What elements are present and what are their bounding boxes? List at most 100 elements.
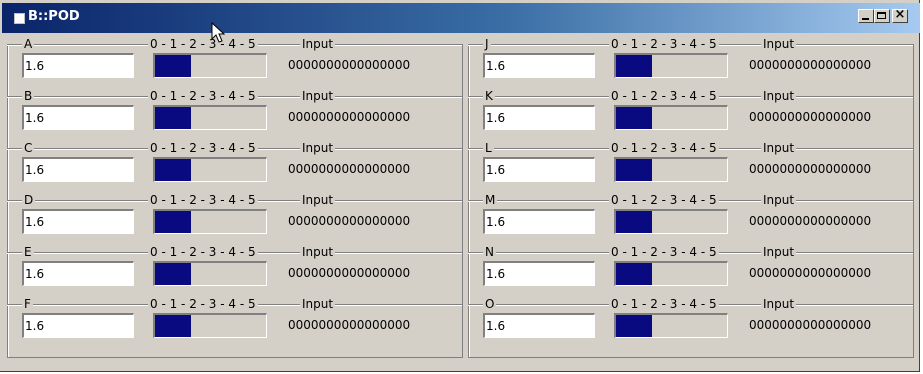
channel-value-field[interactable]	[483, 313, 595, 338]
close-button[interactable]: ×	[892, 7, 908, 23]
scale-label: 0 - 1 - 2 - 3 - 4 - 5	[148, 141, 258, 155]
channel-label: O	[483, 297, 497, 311]
channel-label: N	[483, 245, 496, 259]
level-bar	[614, 53, 728, 78]
maximize-icon	[877, 12, 886, 19]
level-bar	[614, 209, 728, 234]
channel-value-field[interactable]	[483, 53, 595, 78]
window-title: B::POD	[28, 9, 80, 24]
channel-label: L	[483, 141, 494, 155]
channel-value-field[interactable]	[22, 105, 134, 130]
channel-label: M	[483, 193, 498, 207]
channel-label: C	[22, 141, 35, 155]
channel-group-k: K 0 - 1 - 2 - 3 - 4 - 5 Input 0000000000000…	[468, 89, 914, 141]
level-bar	[153, 157, 267, 182]
input-label: Input	[761, 193, 797, 207]
level-bar	[614, 313, 728, 338]
scale-label: 0 - 1 - 2 - 3 - 4 - 5	[609, 141, 719, 155]
level-bar-fill	[616, 159, 652, 181]
level-bar	[153, 53, 267, 78]
channel-label: D	[22, 193, 36, 207]
channel-panel-right: J 0 - 1 - 2 - 3 - 4 - 5 Input 0000000000000…	[468, 37, 914, 358]
channel-value-field[interactable]	[483, 157, 595, 182]
channel-value-field[interactable]	[22, 53, 134, 78]
channel-group-d: D 0 - 1 - 2 - 3 - 4 - 5 Input 0000000000000…	[7, 193, 463, 245]
minimize-button[interactable]	[858, 9, 874, 23]
level-bar-fill	[616, 315, 652, 337]
channel-value-field[interactable]	[483, 209, 595, 234]
channel-value-field[interactable]	[22, 157, 134, 182]
level-bar	[153, 105, 267, 130]
level-bar-fill	[155, 55, 191, 77]
channel-group-m: M 0 - 1 - 2 - 3 - 4 - 5 Input 0000000000000…	[468, 193, 914, 245]
channel-label: K	[483, 89, 495, 103]
channel-group-j: J 0 - 1 - 2 - 3 - 4 - 5 Input 0000000000000…	[468, 37, 914, 89]
input-bits: 0000000000000000	[749, 214, 872, 228]
input-label: Input	[761, 245, 797, 259]
window-icon[interactable]	[14, 13, 25, 24]
scale-label: 0 - 1 - 2 - 3 - 4 - 5	[609, 297, 719, 311]
channel-value-field[interactable]	[22, 209, 134, 234]
close-icon: ×	[894, 7, 906, 22]
scale-label: 0 - 1 - 2 - 3 - 4 - 5	[609, 37, 719, 51]
channel-label: F	[22, 297, 33, 311]
channel-group-l: L 0 - 1 - 2 - 3 - 4 - 5 Input 0000000000000…	[468, 141, 914, 193]
channel-group-f: F 0 - 1 - 2 - 3 - 4 - 5 Input 0000000000000…	[7, 297, 463, 349]
maximize-button[interactable]	[874, 9, 890, 23]
scale-label: 0 - 1 - 2 - 3 - 4 - 5	[148, 297, 258, 311]
channel-group-o: O 0 - 1 - 2 - 3 - 4 - 5 Input 0000000000000…	[468, 297, 914, 349]
channel-panel-left: A 0 - 1 - 2 - 3 - 4 - 5 Input 0000000000000…	[7, 37, 463, 358]
scale-label: 0 - 1 - 2 - 3 - 4 - 5	[609, 193, 719, 207]
scale-label: 0 - 1 - 2 - 3 - 4 - 5	[148, 89, 258, 103]
channel-value-field[interactable]	[22, 313, 134, 338]
level-bar-fill	[155, 107, 191, 129]
channel-label: E	[22, 245, 34, 259]
level-bar	[153, 209, 267, 234]
input-label: Input	[300, 193, 336, 207]
level-bar-fill	[155, 159, 191, 181]
scale-label: 0 - 1 - 2 - 3 - 4 - 5	[148, 193, 258, 207]
status-bar	[7, 362, 913, 370]
input-label: Input	[761, 141, 797, 155]
input-label: Input	[300, 89, 336, 103]
channel-label: A	[22, 37, 35, 51]
input-label: Input	[300, 141, 336, 155]
input-label: Input	[300, 245, 336, 259]
channel-value-field[interactable]	[22, 261, 134, 286]
level-bar	[614, 261, 728, 286]
input-bits: 0000000000000000	[749, 266, 872, 280]
input-label: Input	[300, 37, 336, 51]
channel-label: J	[483, 37, 491, 51]
input-bits: 0000000000000000	[749, 110, 872, 124]
level-bar-fill	[155, 211, 191, 233]
input-label: Input	[300, 297, 336, 311]
input-bits: 0000000000000000	[288, 266, 411, 280]
mouse-pointer-icon	[211, 22, 226, 43]
channel-group-c: C 0 - 1 - 2 - 3 - 4 - 5 Input 0000000000000…	[7, 141, 463, 193]
input-bits: 0000000000000000	[288, 214, 411, 228]
input-bits: 0000000000000000	[288, 110, 411, 124]
channel-label: B	[22, 89, 35, 103]
title-bar[interactable]: B::POD ×	[2, 3, 920, 33]
minimize-icon	[862, 18, 869, 20]
input-bits: 0000000000000000	[288, 318, 411, 332]
input-label: Input	[761, 37, 797, 51]
input-label: Input	[761, 297, 797, 311]
channel-group-e: E 0 - 1 - 2 - 3 - 4 - 5 Input 0000000000000…	[7, 245, 463, 297]
level-bar-fill	[616, 107, 652, 129]
channel-group-a: A 0 - 1 - 2 - 3 - 4 - 5 Input 0000000000000…	[7, 37, 463, 89]
scale-label: 0 - 1 - 2 - 3 - 4 - 5	[609, 89, 719, 103]
input-bits: 0000000000000000	[749, 162, 872, 176]
input-bits: 0000000000000000	[749, 58, 872, 72]
level-bar-fill	[616, 211, 652, 233]
level-bar-fill	[616, 263, 652, 285]
level-bar	[614, 157, 728, 182]
channel-group-n: N 0 - 1 - 2 - 3 - 4 - 5 Input 0000000000000…	[468, 245, 914, 297]
channel-value-field[interactable]	[483, 261, 595, 286]
level-bar-fill	[616, 55, 652, 77]
channel-value-field[interactable]	[483, 105, 595, 130]
input-bits: 0000000000000000	[288, 162, 411, 176]
pod-window: B::POD × A0 - 1 - 2 - 3 - 4 - 5Input0000…	[0, 0, 920, 372]
level-bar	[614, 105, 728, 130]
scale-label: 0 - 1 - 2 - 3 - 4 - 5	[148, 245, 258, 259]
